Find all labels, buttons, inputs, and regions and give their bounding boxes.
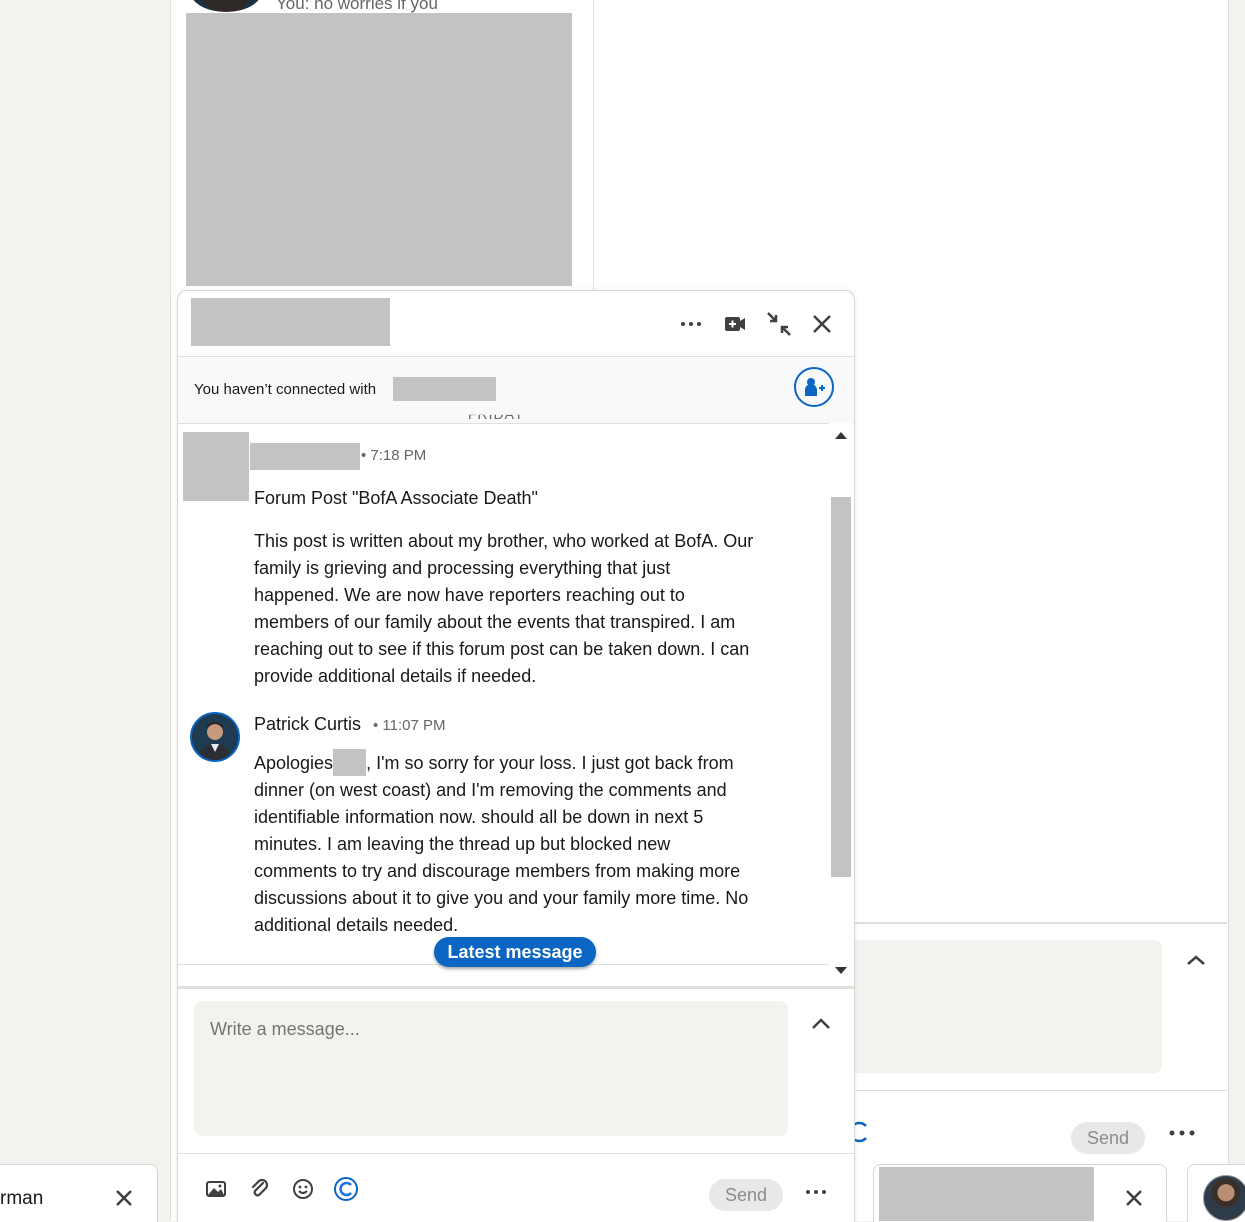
message-body: Apologies, I'm so sorry for your loss. I… <box>254 749 754 939</box>
message-composer[interactable] <box>194 1001 788 1136</box>
message-body-text: , I'm so sorry for your loss. I just got… <box>254 753 749 935</box>
close-icon[interactable] <box>809 311 835 337</box>
latest-message-button[interactable]: Latest message <box>434 937 596 967</box>
divider <box>178 1153 854 1154</box>
divider <box>853 1090 1227 1091</box>
background-message-input[interactable] <box>853 940 1162 1073</box>
chevron-up-icon[interactable] <box>808 1011 834 1037</box>
chat-window: You haven’t connected with FRIDAY • 7:18… <box>177 290 855 1222</box>
redacted-name <box>879 1167 1094 1221</box>
column-divider <box>593 0 594 290</box>
conversation-preview-text: You: no worries if you <box>276 0 438 13</box>
redacted-area <box>186 13 572 286</box>
connection-notice-text: You haven’t connected with <box>194 381 377 398</box>
add-connection-button[interactable] <box>794 367 834 407</box>
message-timestamp: • 7:18 PM <box>361 447 427 464</box>
video-call-icon[interactable] <box>722 311 748 337</box>
avatar[interactable] <box>190 712 240 762</box>
redacted-name <box>333 749 367 776</box>
message-body-prefix: Apologies <box>254 753 334 773</box>
more-options-icon[interactable] <box>802 1179 830 1205</box>
collapse-icon[interactable] <box>765 310 793 338</box>
message-timestamp: • 11:07 PM <box>373 717 446 734</box>
message-body: This post is written about my brother, w… <box>254 531 754 686</box>
send-button[interactable]: Send <box>709 1179 783 1211</box>
message-subject: Forum Post "BofA Associate Death" <box>254 488 538 508</box>
redacted-sender-name <box>250 443 360 470</box>
scroll-up-arrow[interactable] <box>835 432 847 439</box>
close-icon[interactable] <box>112 1186 136 1210</box>
more-options-icon[interactable] <box>1167 1120 1197 1152</box>
avatar-redacted <box>183 432 249 501</box>
more-options-icon[interactable] <box>678 311 704 337</box>
emoji-icon[interactable] <box>290 1176 316 1202</box>
close-icon[interactable] <box>1122 1186 1146 1210</box>
grammarly-icon[interactable] <box>333 1176 359 1202</box>
message-input[interactable] <box>210 1019 770 1040</box>
sender-name[interactable]: Patrick Curtis <box>254 714 361 735</box>
divider <box>178 986 854 989</box>
redacted-name <box>393 377 496 401</box>
redacted-recipient-name <box>191 298 390 346</box>
scroll-down-arrow[interactable] <box>835 967 847 974</box>
minimized-chat-name: rman <box>0 1188 44 1209</box>
send-button[interactable]: Send <box>1071 1122 1145 1154</box>
chevron-up-icon[interactable] <box>1184 950 1208 976</box>
divider <box>853 922 1227 924</box>
avatar <box>1203 1175 1245 1221</box>
scrollbar-thumb[interactable] <box>831 497 851 877</box>
paperclip-icon[interactable] <box>247 1176 273 1202</box>
image-icon[interactable] <box>203 1176 229 1202</box>
